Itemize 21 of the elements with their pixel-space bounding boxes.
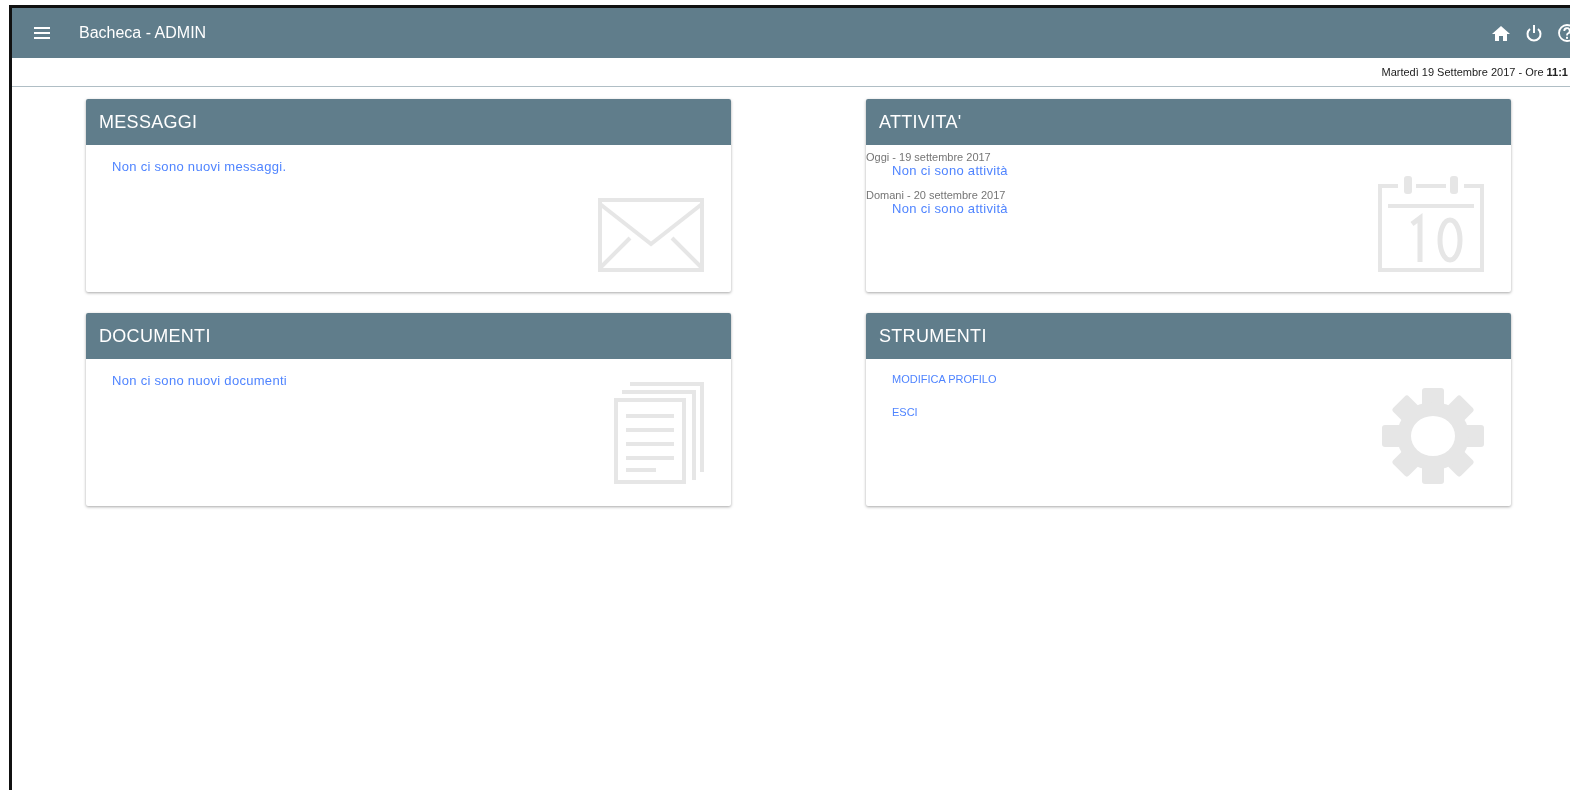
power-icon[interactable] xyxy=(1526,24,1542,42)
envelope-icon xyxy=(598,198,704,272)
documents-icon xyxy=(614,382,704,484)
day-label: Oggi - 19 settembre 2017 xyxy=(866,151,992,163)
date-time: Martedì 19 Settembre 2017 - Ore 11:1 xyxy=(1381,66,1568,78)
empty-message: Non ci sono nuovi messaggi. xyxy=(111,159,287,174)
card-header: MESSAGGI xyxy=(86,99,731,145)
card-header: STRUMENTI xyxy=(866,313,1511,359)
calendar-icon xyxy=(1378,176,1484,272)
home-icon[interactable] xyxy=(1492,25,1510,41)
card-header: ATTIVITA' xyxy=(866,99,1511,145)
tool-link[interactable]: MODIFICA PROFILO xyxy=(866,373,997,385)
app-title: Bacheca - ADMIN xyxy=(79,24,208,42)
tool-link[interactable]: ESCI xyxy=(866,406,997,418)
menu-icon[interactable] xyxy=(34,27,50,39)
gear-icon xyxy=(1382,388,1484,484)
empty-message: Non ci sono attività xyxy=(891,201,1008,216)
card-header: DOCUMENTI xyxy=(86,313,731,359)
empty-message: Non ci sono attività xyxy=(891,163,1008,178)
day-label: Domani - 20 settembre 2017 xyxy=(866,189,1007,201)
empty-message: Non ci sono nuovi documenti xyxy=(111,373,288,388)
